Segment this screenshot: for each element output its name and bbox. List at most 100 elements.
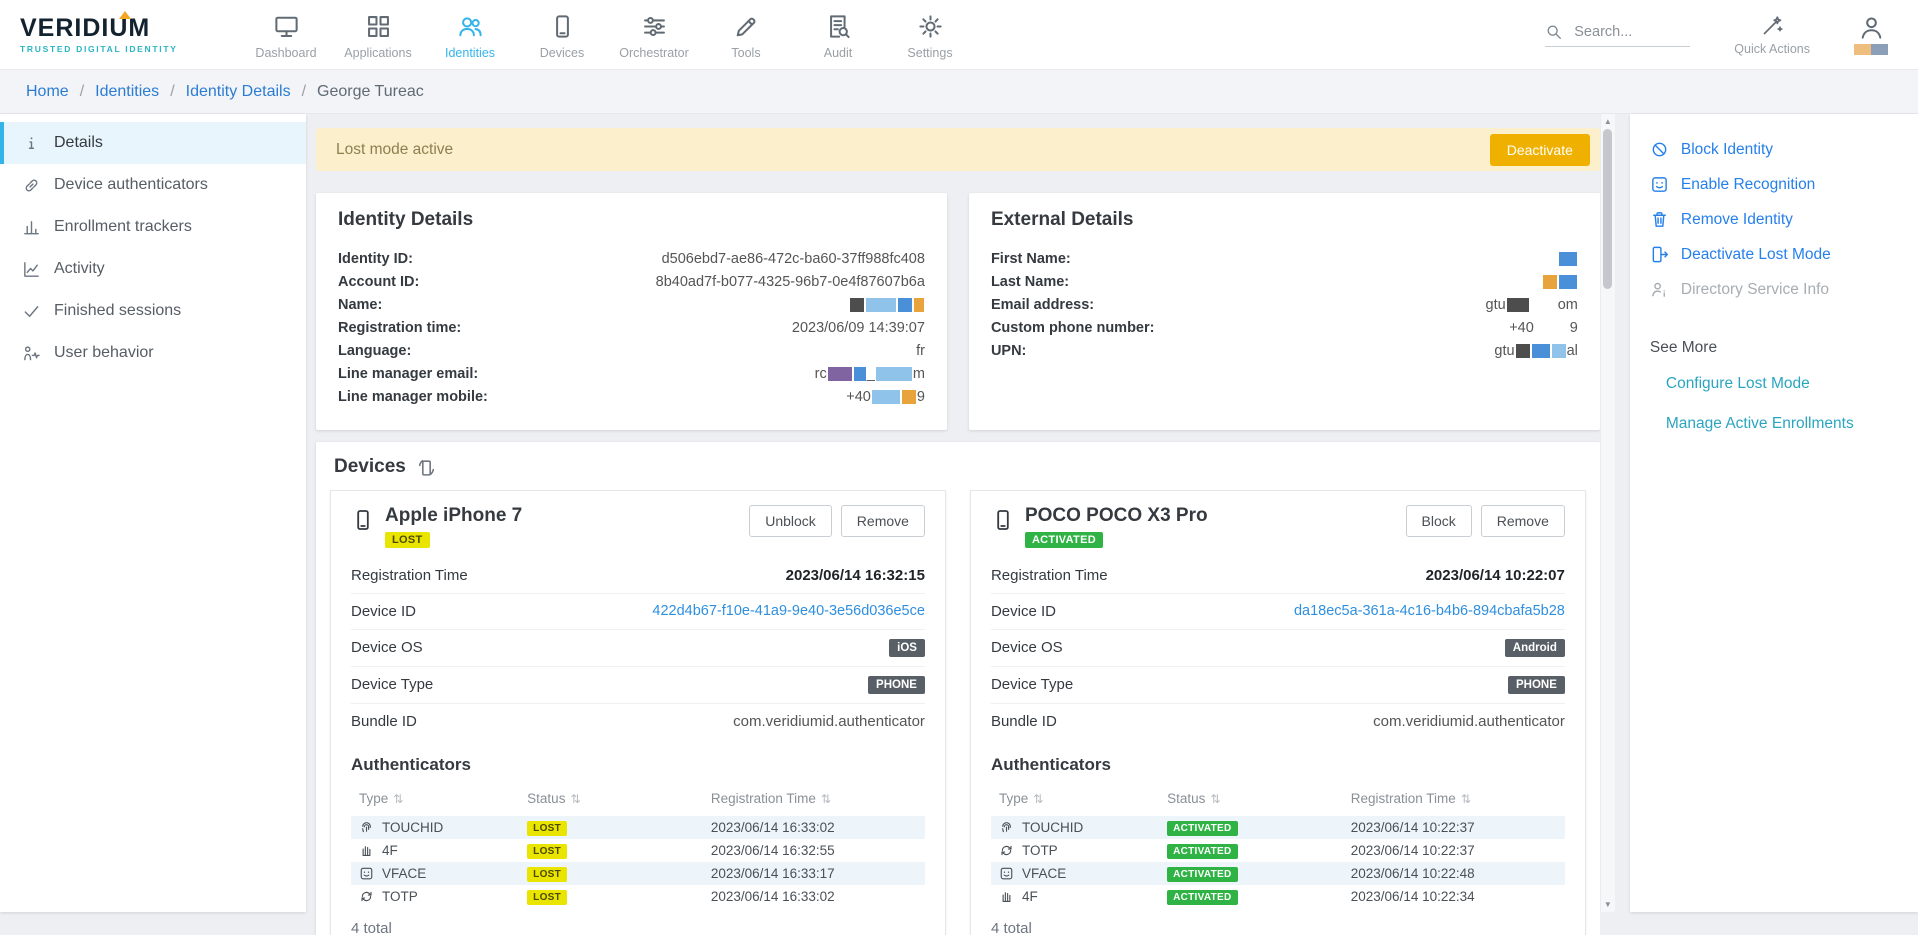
- magic-wand-icon: [1761, 14, 1784, 37]
- main-scrollbar[interactable]: ▲ ▼: [1600, 114, 1615, 912]
- lost-mode-alert: Lost mode active Deactivate: [316, 128, 1600, 171]
- veridium-logo[interactable]: VERIDIUM TRUSTED DIGITAL IDENTITY: [20, 16, 200, 54]
- scroll-up-button[interactable]: ▲: [1601, 114, 1615, 129]
- unblock-device-button[interactable]: Unblock: [749, 505, 832, 537]
- nav-identities[interactable]: Identities: [424, 10, 516, 60]
- field-value: d506ebd7-ae86-472c-ba60-37ff988fc408: [662, 251, 925, 267]
- sidebar-item-label: Device authenticators: [54, 176, 208, 194]
- search-input[interactable]: [1572, 23, 1690, 41]
- field-identity-id: Identity ID: d506ebd7-ae86-472c-ba60-37f…: [338, 247, 925, 270]
- scrollbar-thumb[interactable]: [1603, 129, 1612, 289]
- deactivate-lost-mode-button[interactable]: Deactivate: [1490, 134, 1590, 166]
- nav-orchestrator[interactable]: Orchestrator: [608, 10, 700, 60]
- brand-tagline: TRUSTED DIGITAL IDENTITY: [20, 44, 200, 54]
- nav-label: Applications: [344, 46, 411, 60]
- scroll-down-button[interactable]: ▼: [1601, 897, 1615, 912]
- device-field-bundle-id: Bundle ID com.veridiumid.authenticator: [351, 703, 925, 739]
- nav-tools[interactable]: Tools: [700, 10, 792, 60]
- field-label: Bundle ID: [991, 713, 1057, 730]
- field-label: Language:: [338, 343, 411, 359]
- nav-devices[interactable]: Devices: [516, 10, 608, 60]
- applications-icon: [365, 13, 392, 40]
- sidebar-item-enrollment-trackers[interactable]: Enrollment trackers: [0, 206, 306, 248]
- field-value: 8b40ad7f-b077-4325-96b7-0e4f87607b6a: [656, 274, 925, 290]
- card-title: External Details: [991, 209, 1578, 231]
- remove-identity-link[interactable]: Remove Identity: [1650, 210, 1898, 229]
- enable-recognition-link[interactable]: Enable Recognition: [1650, 175, 1898, 194]
- user-avatar[interactable]: [1854, 14, 1888, 55]
- field-label: Custom phone number:: [991, 320, 1155, 336]
- device-name: POCO POCO X3 Pro: [1025, 505, 1208, 528]
- orchestrator-icon: [641, 13, 668, 40]
- field-email-address: Email address: gtuom: [991, 293, 1578, 316]
- field-value: fr: [916, 343, 925, 359]
- face-recognition-icon: [1650, 175, 1669, 194]
- breadcrumb-home[interactable]: Home: [26, 83, 69, 101]
- nav-applications[interactable]: Applications: [332, 10, 424, 60]
- sidebar-item-activity[interactable]: Activity: [0, 248, 306, 290]
- breadcrumb-identities[interactable]: Identities: [95, 83, 159, 101]
- hand-icon: [999, 889, 1014, 904]
- block-device-button[interactable]: Block: [1406, 505, 1472, 537]
- sidebar-item-label: Enrollment trackers: [54, 218, 192, 236]
- quick-actions-button[interactable]: Quick Actions: [1734, 14, 1810, 56]
- refresh-icon: [999, 843, 1014, 858]
- sidebar-item-finished-sessions[interactable]: Finished sessions: [0, 290, 306, 332]
- identity-actions-panel: Block Identity Enable Recognition Remove…: [1630, 114, 1918, 912]
- device-sync-icon[interactable]: [416, 457, 437, 478]
- nav-label: Dashboard: [255, 46, 316, 60]
- device-os-badge: iOS: [889, 639, 925, 657]
- nav-audit[interactable]: Audit: [792, 10, 884, 60]
- sort-registration-column[interactable]: Registration Time⇅: [707, 787, 925, 816]
- manage-active-enrollments-link[interactable]: Manage Active Enrollments: [1650, 415, 1898, 433]
- sidebar-item-user-behavior[interactable]: User behavior: [0, 332, 306, 374]
- logo-caret-accent: [119, 11, 131, 19]
- directory-service-info-link: Directory Service Info: [1650, 280, 1898, 299]
- page-layout: Details Device authenticators Enrollment…: [0, 114, 1918, 929]
- field-label: Last Name:: [991, 274, 1069, 290]
- nav-label: Settings: [907, 46, 952, 60]
- device-field-device-os: Device OS Android: [991, 629, 1565, 666]
- alert-message: Lost mode active: [336, 141, 453, 159]
- authenticator-row: 4F ACTIVATED 2023/06/14 10:22:34: [991, 885, 1565, 908]
- sort-type-column[interactable]: Type⇅: [991, 787, 1163, 816]
- person-info-icon: [1650, 280, 1669, 299]
- device-field-device-os: Device OS iOS: [351, 629, 925, 666]
- nav-label: Devices: [540, 46, 584, 60]
- field-label: Device Type: [351, 676, 433, 693]
- sort-icon: ⇅: [393, 792, 403, 806]
- remove-device-button[interactable]: Remove: [1481, 505, 1565, 537]
- field-name: Name:: [338, 293, 925, 316]
- sort-type-column[interactable]: Type⇅: [351, 787, 523, 816]
- breadcrumb-identity-details[interactable]: Identity Details: [186, 83, 291, 101]
- redacted-value: [849, 297, 925, 313]
- field-label: Line manager mobile:: [338, 389, 488, 405]
- sidebar-item-details[interactable]: Details: [0, 122, 306, 164]
- block-identity-link[interactable]: Block Identity: [1650, 140, 1898, 159]
- sort-registration-column[interactable]: Registration Time⇅: [1347, 787, 1565, 816]
- status-badge: LOST: [527, 867, 567, 882]
- configure-lost-mode-link[interactable]: Configure Lost Mode: [1650, 375, 1898, 393]
- device-id-link[interactable]: da18ec5a-361a-4c16-b4b6-894cbafa5b28: [1294, 603, 1565, 619]
- nav-dashboard[interactable]: Dashboard: [240, 10, 332, 60]
- sidebar-item-label: User behavior: [54, 344, 154, 362]
- authenticators-table: Type⇅ Status⇅ Registration Time⇅ TOUCHID…: [991, 787, 1565, 908]
- device-id-link[interactable]: 422d4b67-f10e-41a9-9e40-3e56d036e5ce: [652, 603, 925, 619]
- device-title-wrap: Apple iPhone 7 LOST: [385, 505, 522, 548]
- redacted-value: gtuom: [1486, 297, 1578, 313]
- external-details-card: External Details First Name: Last Name: …: [969, 193, 1600, 430]
- sort-status-column[interactable]: Status⇅: [523, 787, 707, 816]
- field-label: Name:: [338, 297, 382, 313]
- breadcrumb-current-user: George Tureac: [317, 83, 424, 101]
- redacted-value: +409: [846, 389, 925, 405]
- nav-settings[interactable]: Settings: [884, 10, 976, 60]
- deactivate-lost-mode-link[interactable]: Deactivate Lost Mode: [1650, 245, 1898, 264]
- identity-sidebar: Details Device authenticators Enrollment…: [0, 114, 306, 912]
- device-name: Apple iPhone 7: [385, 505, 522, 528]
- sort-status-column[interactable]: Status⇅: [1163, 787, 1347, 816]
- field-registration-time: Registration time: 2023/06/09 14:39:07: [338, 316, 925, 339]
- global-search[interactable]: [1545, 23, 1690, 47]
- status-badge: ACTIVATED: [1167, 890, 1237, 905]
- sidebar-item-device-authenticators[interactable]: Device authenticators: [0, 164, 306, 206]
- remove-device-button[interactable]: Remove: [841, 505, 925, 537]
